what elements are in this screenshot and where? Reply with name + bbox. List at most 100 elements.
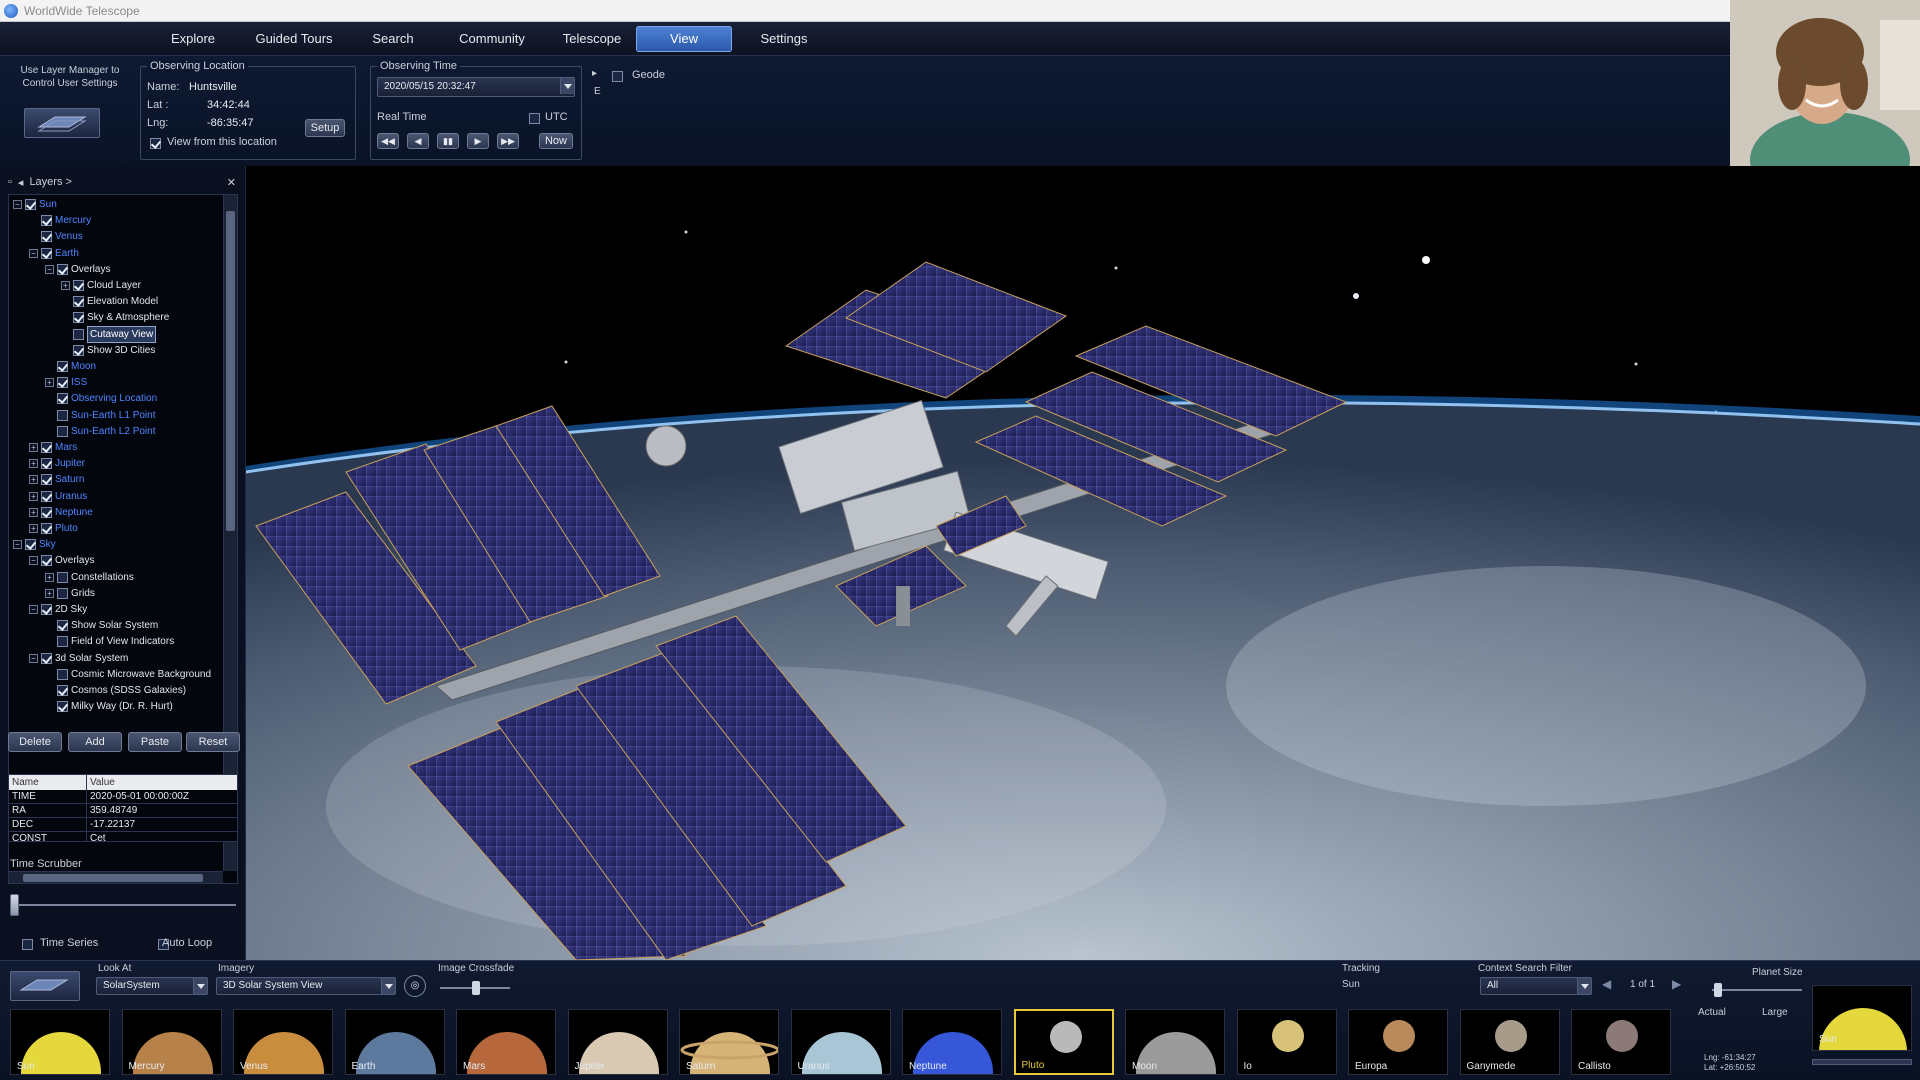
collapse-icon[interactable]: ▫ (8, 176, 12, 188)
tree-item[interactable]: Cosmic Microwave Background (45, 667, 211, 682)
tree-item[interactable]: Show Solar System (45, 618, 158, 633)
look-at-dropdown[interactable]: SolarSystem (96, 977, 208, 995)
prev-page-icon[interactable]: ◀ (1602, 977, 1611, 991)
thumbnail-callisto[interactable]: Callisto (1571, 1009, 1671, 1075)
preview-scrollbar[interactable] (1812, 1059, 1912, 1065)
thumbnail-jupiter[interactable]: Jupiter (567, 1009, 668, 1075)
layer-checkbox[interactable] (73, 280, 84, 291)
collapse-icon[interactable]: − (29, 653, 38, 663)
tree-item[interactable]: Venus (29, 229, 83, 244)
expand-icon[interactable]: + (45, 588, 54, 598)
thumbnail-saturn[interactable]: Saturn (679, 1009, 779, 1075)
thumbnail-moon[interactable]: Moon (1125, 1009, 1225, 1075)
tree-item[interactable]: Cutaway View (61, 325, 157, 343)
time-fast-forward-button[interactable]: ▶▶ (497, 133, 519, 149)
layer-checkbox[interactable] (41, 442, 52, 453)
tree-item[interactable]: Sky & Atmosphere (61, 310, 169, 325)
layer-checkbox[interactable] (41, 490, 52, 502)
thumbnail-mars[interactable]: Mars (456, 1009, 556, 1075)
layer-manager-button[interactable] (24, 108, 100, 138)
time-scrubber-track[interactable] (12, 904, 236, 906)
tree-item[interactable]: Show 3D Cities (61, 343, 155, 358)
tree-item[interactable]: + Grids (45, 586, 95, 601)
tree-item[interactable]: + Pluto (29, 521, 78, 536)
menu-community[interactable]: Community (436, 26, 548, 52)
layer-checkbox[interactable] (41, 652, 52, 664)
tree-item[interactable]: + Cloud Layer (61, 278, 141, 293)
tree-item[interactable]: Sun-Earth L2 Point (45, 424, 156, 439)
collapse-icon[interactable]: − (13, 540, 22, 550)
thumbnail-pluto[interactable]: Pluto (1013, 1009, 1114, 1075)
layer-checkbox[interactable] (41, 231, 52, 243)
tree-item[interactable]: + Mars (29, 440, 77, 455)
layer-checkbox[interactable] (73, 296, 84, 308)
layer-checkbox[interactable] (57, 361, 68, 372)
table-row[interactable]: TIME 2020-05-01 00:00:00Z (9, 790, 237, 804)
tree-item[interactable]: Elevation Model (61, 294, 158, 309)
paste-button[interactable]: Paste (128, 732, 182, 752)
tree-item[interactable]: Cosmos (SDSS Galaxies) (45, 683, 186, 698)
planet-size-slider-handle[interactable] (1714, 983, 1722, 997)
menu-view[interactable]: View (636, 25, 732, 52)
layer-checkbox[interactable] (41, 215, 52, 227)
layer-checkbox[interactable] (57, 701, 68, 713)
observing-time-dropdown[interactable]: 2020/05/15 20:32:47 (377, 77, 575, 97)
menu-search[interactable]: Search (350, 26, 436, 52)
layer-checkbox[interactable] (41, 506, 52, 518)
planet-size-slider-track[interactable] (1712, 989, 1802, 991)
panel-arrow-icon[interactable]: ▸ (592, 68, 597, 79)
table-row[interactable]: DEC -17.22137 (9, 818, 237, 832)
time-forward-button[interactable]: ▶ (467, 133, 489, 149)
time-series-checkbox[interactable] (22, 938, 33, 950)
tree-item[interactable]: Moon (45, 359, 96, 374)
next-page-icon[interactable]: ▶ (1672, 977, 1681, 991)
tree-item[interactable]: − Earth (29, 246, 79, 261)
add-button[interactable]: Add (68, 732, 122, 752)
expand-icon[interactable]: + (45, 378, 54, 388)
thumbnail-uranus[interactable]: Uranus (790, 1009, 891, 1075)
layer-checkbox[interactable] (57, 425, 68, 437)
sky-view-canvas[interactable] (246, 166, 1920, 960)
layer-checkbox[interactable] (57, 263, 68, 275)
time-reverse-button[interactable]: ◀ (407, 133, 429, 149)
crossfade-slider-handle[interactable] (472, 981, 480, 995)
expand-icon[interactable]: + (29, 443, 38, 452)
utc-checkbox[interactable] (529, 112, 540, 124)
layer-checkbox[interactable] (41, 458, 52, 470)
expand-icon[interactable]: + (45, 572, 54, 582)
tree-item[interactable]: + Uranus (29, 489, 87, 504)
tree-vertical-scrollbar[interactable] (223, 195, 237, 871)
thumbnail-sun[interactable]: Sun (10, 1009, 110, 1075)
collapse-icon[interactable]: − (29, 605, 38, 614)
tree-item[interactable]: Field of View Indicators (45, 634, 174, 649)
menu-telescope[interactable]: Telescope (548, 26, 636, 52)
thumbnail-neptune[interactable]: Neptune (902, 1009, 1002, 1075)
menu-explore[interactable]: Explore (148, 26, 238, 52)
tree-item[interactable]: − 2D Sky (29, 602, 87, 617)
expand-icon[interactable]: + (61, 281, 70, 290)
tree-item[interactable]: + Constellations (45, 570, 134, 585)
time-pause-button[interactable]: ▮▮ (437, 133, 459, 149)
menu-guided-tours[interactable]: Guided Tours (238, 26, 350, 52)
layer-toggle-button[interactable] (10, 971, 80, 1001)
tree-item[interactable]: Milky Way (Dr. R. Hurt) (45, 699, 173, 714)
view-from-location-checkbox[interactable] (150, 137, 161, 149)
setup-button[interactable]: Setup (305, 119, 345, 137)
layer-checkbox[interactable] (57, 393, 68, 405)
tree-item[interactable]: + ISS (45, 375, 87, 390)
thumbnail-mercury[interactable]: Mercury (121, 1009, 222, 1075)
layer-checkbox[interactable] (25, 199, 36, 210)
tree-horizontal-scrollbar[interactable] (9, 871, 223, 883)
layer-checkbox[interactable] (57, 685, 68, 696)
info-icon[interactable]: ◎ (404, 975, 426, 997)
expand-icon[interactable]: + (29, 459, 38, 469)
layer-checkbox[interactable] (57, 571, 68, 583)
layer-checkbox[interactable] (41, 523, 52, 534)
preview-card[interactable]: Sun (1812, 985, 1912, 1051)
tree-item[interactable]: Mercury (29, 213, 91, 228)
tree-item[interactable]: Sun-Earth L1 Point (45, 408, 156, 423)
expand-icon[interactable]: + (29, 475, 38, 485)
layer-checkbox[interactable] (41, 474, 52, 486)
tree-item[interactable]: + Neptune (29, 505, 93, 520)
layer-checkbox[interactable] (57, 668, 68, 680)
